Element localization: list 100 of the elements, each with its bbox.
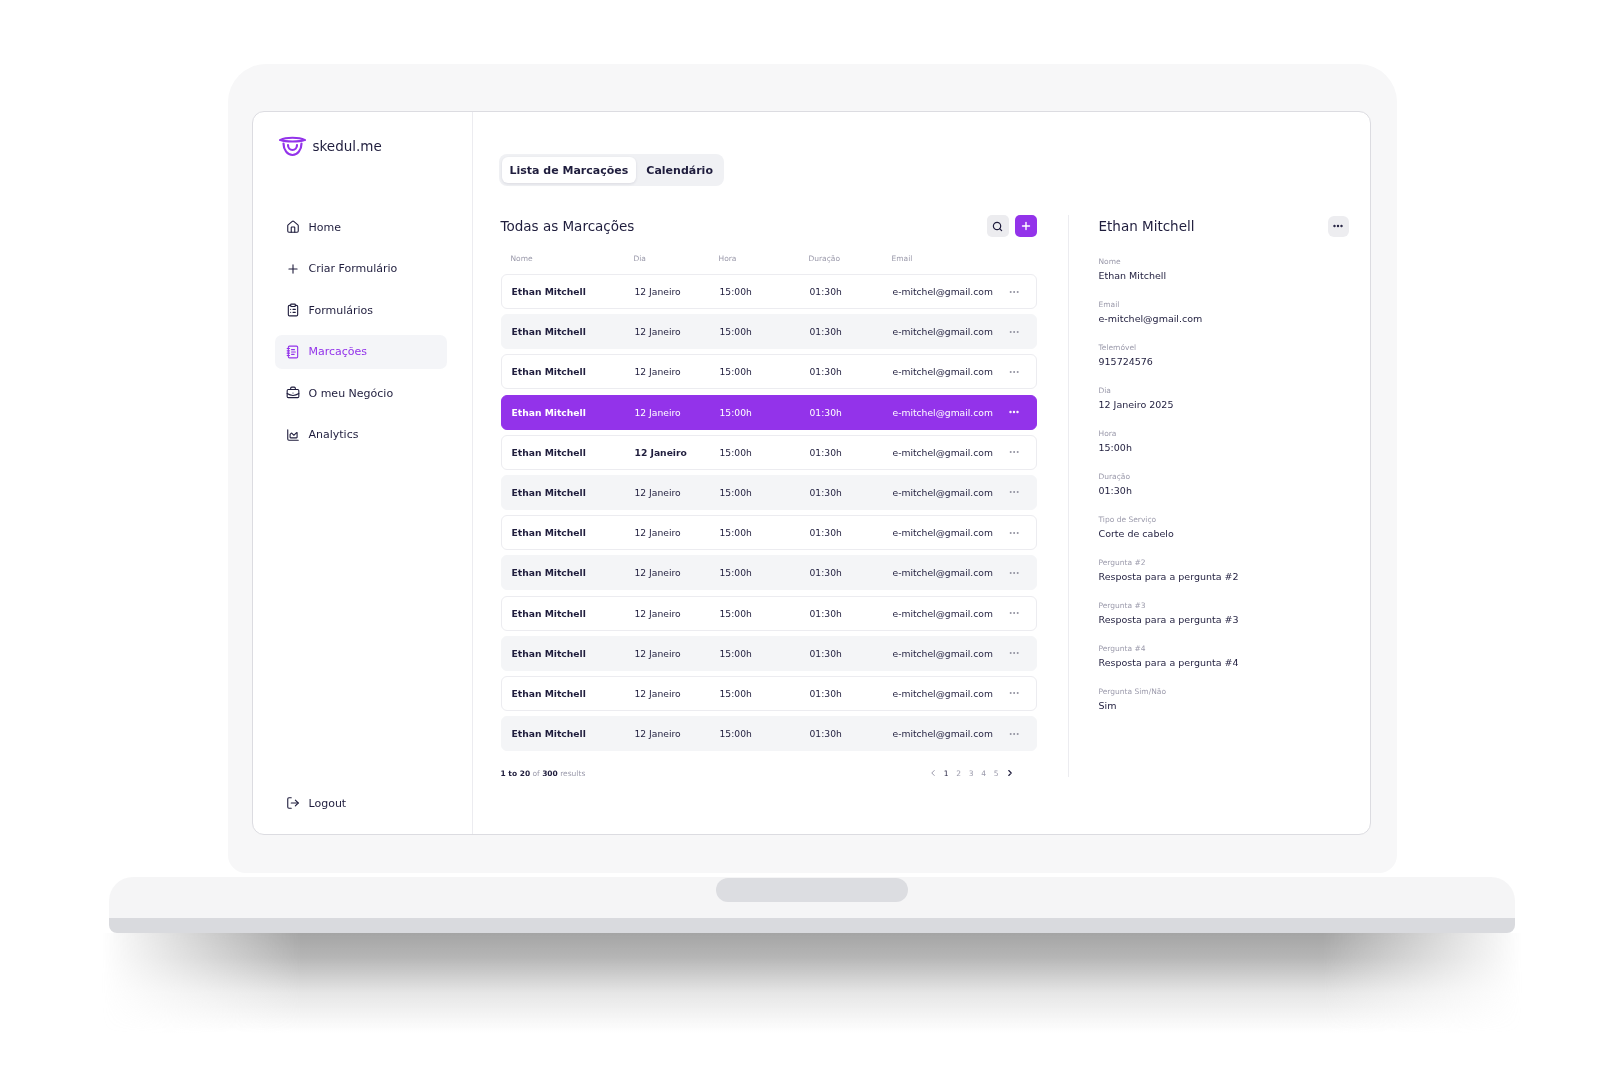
table-cell-text: 01:30h <box>809 607 843 619</box>
field-value: Resposta para a pergunta #4 <box>1098 656 1240 670</box>
search-icon <box>992 220 1003 232</box>
table-cell-text: e-mitchel@gmail.com <box>892 728 994 740</box>
table-cell-text: 01:30h <box>809 406 843 418</box>
table-cell-text: 15:00h <box>719 446 753 458</box>
table-cell-text: Ethan Mitchell <box>511 687 587 699</box>
briefcase-icon <box>285 386 300 400</box>
field-value: Corte de cabelo <box>1098 527 1175 541</box>
table-row[interactable]: Ethan Mitchell 12 Janeiro 15:00h 01:30h e-mitchel@gmail.com <box>500 474 1037 510</box>
field-value: e-mitchel@gmail.com <box>1098 312 1204 326</box>
table-row[interactable]: Ethan Mitchell 12 Janeiro 15:00h 01:30h e-mitchel@gmail.com <box>500 434 1037 470</box>
field-value: 915724576 <box>1098 355 1154 369</box>
table-cell-text: Ethan Mitchell <box>511 286 587 297</box>
table-row[interactable]: Ethan Mitchell 12 Janeiro 15:00h 01:30h e-mitchel@gmail.com <box>500 274 1037 309</box>
table-cell-text: 12 Janeiro <box>634 486 682 498</box>
nav-item[interactable]: Marcações <box>274 334 447 369</box>
notebook-icon <box>285 344 300 359</box>
tab[interactable]: Calendário <box>638 157 721 183</box>
table-cell-text: 12 Janeiro <box>634 527 682 539</box>
nav-item[interactable]: Home <box>274 210 447 244</box>
table-cell-text: Ethan Mitchell <box>511 567 587 579</box>
table-cell-text: 01:30h <box>809 567 843 579</box>
table-cell-text: 12 Janeiro <box>634 366 682 378</box>
tab[interactable]: Lista de Marcações <box>501 157 637 183</box>
table-row[interactable]: Ethan Mitchell 12 Janeiro 15:00h 01:30h e-mitchel@gmail.com <box>500 314 1037 350</box>
table-cell-text: 15:00h <box>719 326 753 338</box>
table-cell-text: 12 Janeiro <box>634 567 682 579</box>
field-value: 12 Janeiro 2025 <box>1098 398 1175 412</box>
table-cell-text: e-mitchel@gmail.com <box>892 486 994 498</box>
table-cell-text: 12 Janeiro <box>634 728 682 740</box>
more-button[interactable] <box>1327 215 1349 237</box>
table-cell-text: Ethan Mitchell <box>511 326 587 338</box>
table-cell-text: 15:00h <box>719 366 753 378</box>
table-cell-text: Ethan Mitchell <box>511 446 587 458</box>
field-value: 01:30h <box>1098 484 1133 498</box>
add-button[interactable] <box>1014 215 1037 237</box>
table-cell-text: 01:30h <box>809 687 843 699</box>
plus-icon <box>1019 220 1032 232</box>
table-cell-text: 01:30h <box>809 486 843 498</box>
list-title: Todas as Marcações <box>500 218 635 234</box>
detail-title: Ethan Mitchell <box>1098 218 1195 234</box>
table-cell-text: 12 Janeiro <box>634 687 682 699</box>
table-cell-text: e-mitchel@gmail.com <box>892 406 994 418</box>
table-cell-text: 01:30h <box>809 527 843 539</box>
table-cell-text: Ethan Mitchell <box>511 728 587 740</box>
table-cell-text: 15:00h <box>719 647 753 659</box>
field-value: Resposta para a pergunta #2 <box>1098 570 1240 584</box>
brand-name: skedul.me <box>312 138 382 154</box>
table-cell-text: e-mitchel@gmail.com <box>892 326 994 338</box>
table-cell-text: Ethan Mitchell <box>511 486 587 498</box>
table-cell-text: 15:00h <box>719 286 753 297</box>
table-cell-text: 01:30h <box>809 366 843 378</box>
field-value: Resposta para a pergunta #3 <box>1098 613 1240 627</box>
table-row[interactable]: Ethan Mitchell 12 Janeiro 15:00h 01:30h e-mitchel@gmail.com <box>500 675 1037 711</box>
logo-icon <box>278 135 306 157</box>
plus-icon <box>285 261 300 276</box>
table-cell-text: 01:30h <box>809 728 843 740</box>
field-value: 15:00h <box>1098 441 1133 455</box>
table-cell-text: e-mitchel@gmail.com <box>892 286 994 297</box>
search-button[interactable] <box>986 215 1009 237</box>
nav-item[interactable]: O meu Negócio <box>274 376 447 410</box>
table-cell-text: 15:00h <box>719 728 753 740</box>
table-cell-text: 12 Janeiro <box>634 286 682 297</box>
table-cell-text: e-mitchel@gmail.com <box>892 366 994 378</box>
table-cell-text: 12 Janeiro <box>634 607 682 619</box>
table-cell-text: 15:00h <box>719 687 753 699</box>
table-cell-text: Ethan Mitchell <box>511 406 587 418</box>
table-cell-text: 01:30h <box>809 326 843 338</box>
table-row[interactable]: Ethan Mitchell 12 Janeiro 15:00h 01:30h e-mitchel@gmail.com <box>500 354 1037 390</box>
table-row[interactable]: Ethan Mitchell 12 Janeiro 15:00h 01:30h e-mitchel@gmail.com <box>500 555 1037 591</box>
table-cell-text: 12 Janeiro <box>634 446 688 458</box>
table-cell-text: Ethan Mitchell <box>511 647 587 659</box>
table-cell-text: Ethan Mitchell <box>511 366 587 378</box>
table-cell-text: 12 Janeiro <box>634 326 682 338</box>
clipboard-icon <box>285 303 300 317</box>
nav-item[interactable]: Analytics <box>274 417 447 452</box>
field-value: Ethan Mitchell <box>1098 269 1168 283</box>
table-cell-text: 15:00h <box>719 607 753 619</box>
table-row[interactable]: Ethan Mitchell 12 Janeiro 15:00h 01:30h e-mitchel@gmail.com <box>500 394 1037 430</box>
table-cell-text: 01:30h <box>809 286 843 297</box>
table-row[interactable]: Ethan Mitchell 12 Janeiro 15:00h 01:30h e-mitchel@gmail.com <box>500 515 1037 551</box>
logout-item[interactable]: Logout <box>274 786 447 820</box>
nav-item[interactable]: Criar Formulário <box>274 251 447 286</box>
table-cell-text: e-mitchel@gmail.com <box>892 647 994 659</box>
table-cell-text: Ethan Mitchell <box>511 607 587 619</box>
table-row[interactable]: Ethan Mitchell 12 Janeiro 15:00h 01:30h e-mitchel@gmail.com <box>500 635 1037 671</box>
table-cell-text: 12 Janeiro <box>634 406 682 418</box>
table-row[interactable]: Ethan Mitchell 12 Janeiro 15:00h 01:30h e-mitchel@gmail.com <box>500 595 1037 631</box>
table-cell-text: e-mitchel@gmail.com <box>892 607 994 619</box>
logout-icon <box>285 796 300 810</box>
table-cell-text: e-mitchel@gmail.com <box>892 567 994 579</box>
table-cell-text: 15:00h <box>719 527 753 539</box>
table-cell-text: 01:30h <box>809 446 843 458</box>
nav-item[interactable]: Formulários <box>274 293 447 327</box>
table-cell-text: 01:30h <box>809 647 843 659</box>
table-cell-text: 12 Janeiro <box>634 647 682 659</box>
chart-icon <box>285 427 300 442</box>
home-icon <box>285 220 300 234</box>
table-row[interactable]: Ethan Mitchell 12 Janeiro 15:00h 01:30h e-mitchel@gmail.com <box>500 716 1037 752</box>
